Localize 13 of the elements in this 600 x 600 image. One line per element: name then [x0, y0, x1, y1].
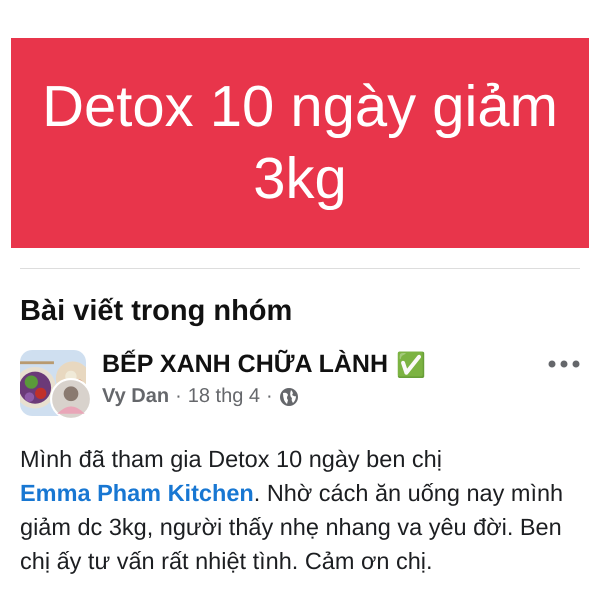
post-date[interactable]: 18 thg 4: [188, 385, 260, 408]
globe-icon: [278, 386, 299, 406]
author-name[interactable]: Vy Dan: [102, 385, 170, 408]
page-link[interactable]: Emma Pham Kitchen: [20, 480, 254, 506]
post-text: Mình đã tham gia Detox 10 ngày ben chị Emma Pham Kitchen. Nhờ cách ăn uống nay mình giảm dc 3kg, người thấy nhẹ nhang va yêu đời. Ben chị ấy tư vấn rất nhiệt tình. Cảm ơn chị.: [20, 445, 564, 576]
avatar-icon[interactable]: [50, 378, 92, 420]
banner-title: Detox 10 ngày giảm 3kg: [41, 73, 559, 213]
separator: ·: [266, 385, 273, 408]
verified-emoji: ✅: [396, 350, 426, 378]
section-title: Bài viết trong nhóm: [20, 295, 294, 328]
separator: ·: [175, 385, 182, 408]
more-options-icon[interactable]: [548, 360, 580, 368]
group-name[interactable]: BẾP XANH CHỮA LÀNH: [102, 350, 388, 379]
